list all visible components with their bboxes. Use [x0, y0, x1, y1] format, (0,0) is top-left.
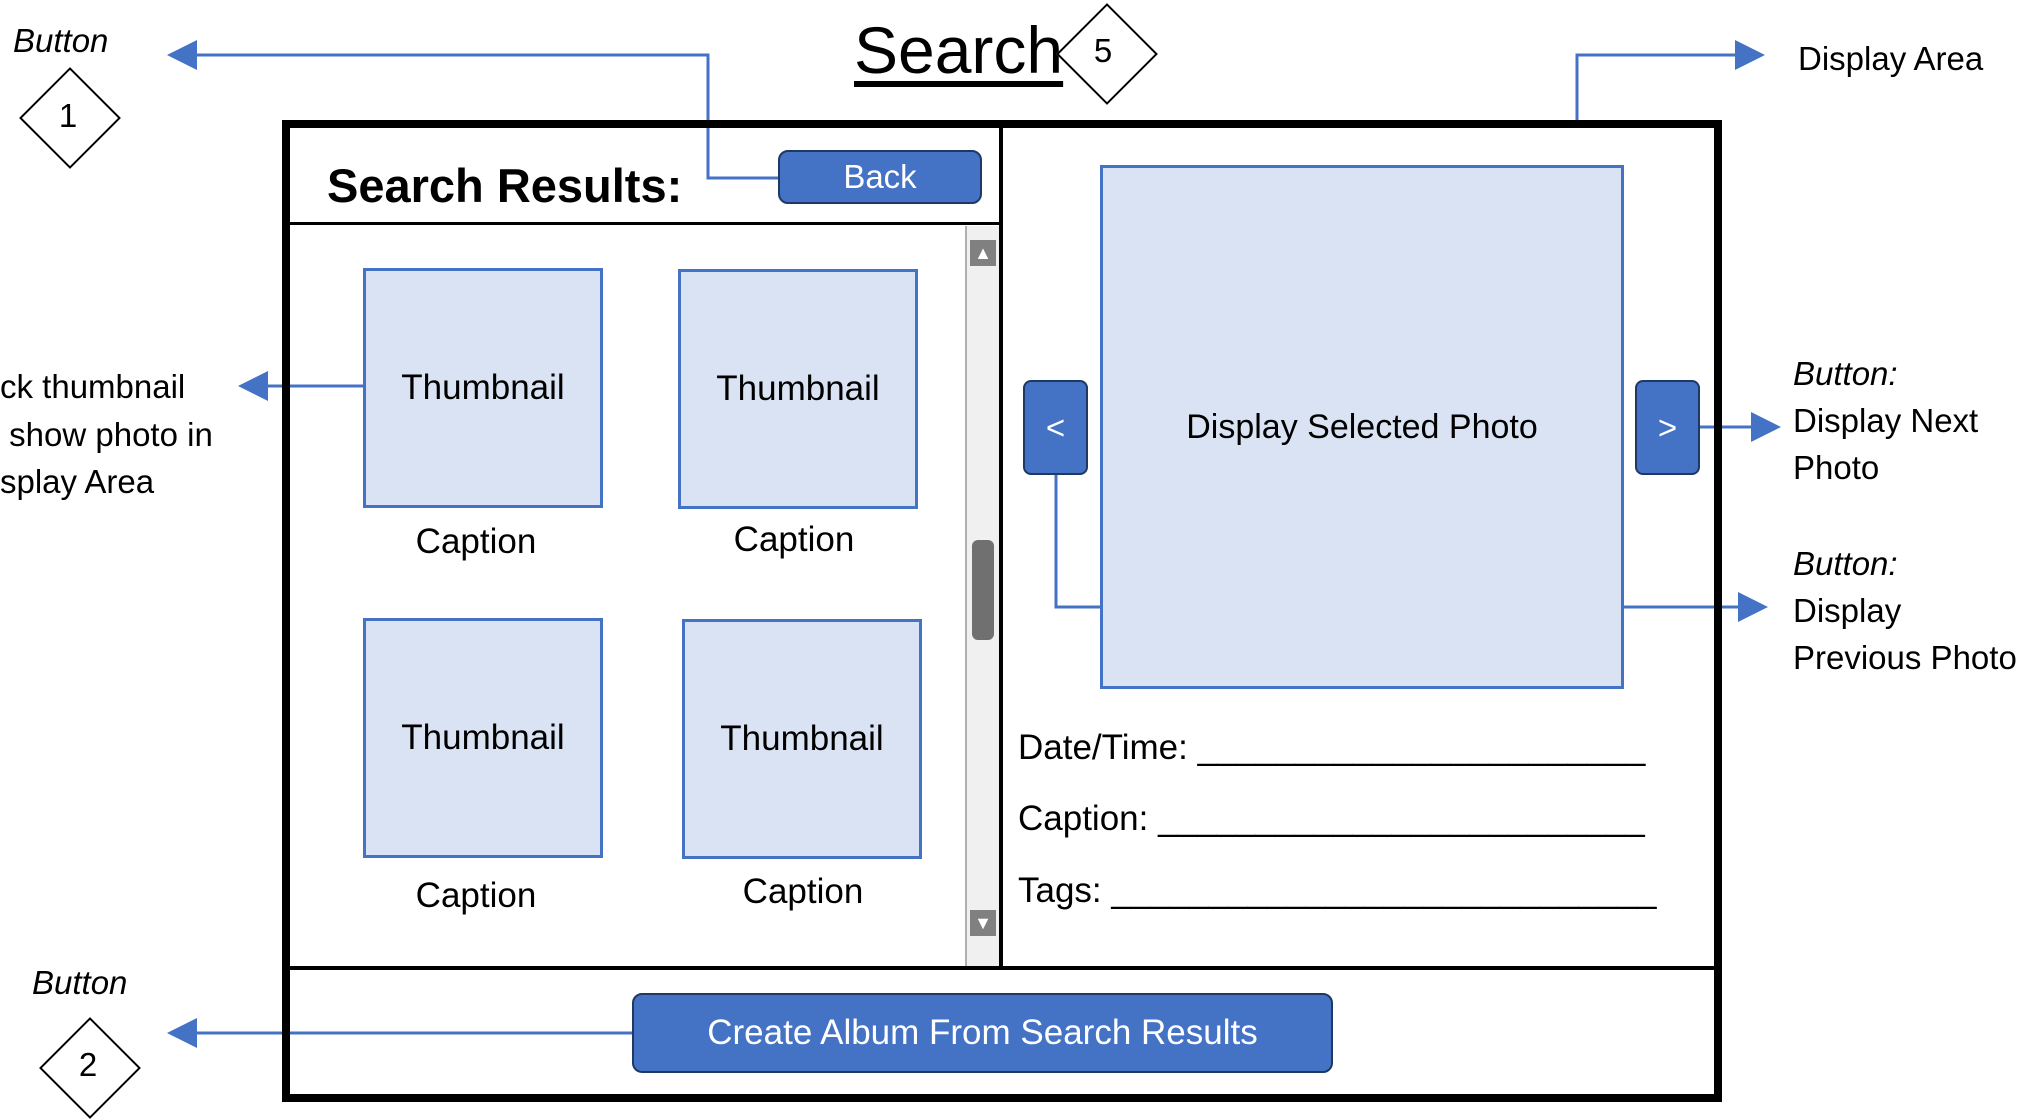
- search-results-heading: Search Results:: [327, 159, 683, 212]
- step-1-number: 1: [58, 97, 78, 134]
- tags-field: Tags: ____________________________: [1018, 871, 1657, 910]
- next-note-line-1: Display Next: [1793, 402, 1979, 439]
- footer-divider: [286, 966, 1718, 970]
- display-area-note: Display Area: [1798, 40, 1984, 77]
- scroll-up-arrow-icon[interactable]: ▲: [970, 240, 996, 266]
- thumbnail-4-caption: Caption: [742, 872, 864, 911]
- thumbnail-note-line-3: splay Area: [0, 463, 155, 500]
- thumbnail-2-caption: Caption: [733, 520, 855, 559]
- date-time-field: Date/Time: _______________________: [1018, 728, 1646, 767]
- thumbnail-4[interactable]: Thumbnail: [682, 619, 922, 859]
- prev-note-line-1: Display: [1793, 592, 1902, 629]
- create-album-button[interactable]: Create Album From Search Results: [632, 993, 1333, 1073]
- thumbnail-3[interactable]: Thumbnail: [363, 618, 603, 858]
- next-note-line-2: Photo: [1793, 449, 1880, 486]
- button-2-label: Button: [32, 964, 128, 1001]
- back-button[interactable]: Back: [778, 150, 982, 204]
- vertical-divider: [999, 124, 1003, 970]
- caption-field: Caption: _________________________: [1018, 799, 1645, 838]
- previous-photo-button[interactable]: <: [1023, 380, 1088, 475]
- left-header-divider: [286, 222, 1001, 225]
- thumbnail-1[interactable]: Thumbnail: [363, 268, 603, 508]
- thumbnail-1-caption: Caption: [415, 522, 537, 561]
- prev-note-line-2: Previous Photo: [1793, 639, 2017, 676]
- step-2-number: 2: [78, 1046, 98, 1083]
- thumbnail-3-caption: Caption: [415, 876, 537, 915]
- thumbnail-note-line-2: show photo in: [0, 416, 213, 453]
- scrollbar-thumb[interactable]: [972, 540, 994, 640]
- button-1-label: Button: [13, 22, 109, 59]
- step-5-number: 5: [1093, 32, 1113, 69]
- next-note-label: Button:: [1793, 355, 1898, 392]
- scroll-down-arrow-icon[interactable]: ▼: [970, 910, 996, 936]
- next-photo-button[interactable]: >: [1635, 380, 1700, 475]
- thumbnail-note-line-1: ck thumbnail: [0, 368, 186, 405]
- prev-note-label: Button:: [1793, 545, 1898, 582]
- results-scrollbar[interactable]: ▲ ▼: [965, 226, 999, 966]
- page-title: Search: [854, 13, 1064, 87]
- thumbnail-2[interactable]: Thumbnail: [678, 269, 918, 509]
- selected-photo-display: Display Selected Photo: [1100, 165, 1624, 689]
